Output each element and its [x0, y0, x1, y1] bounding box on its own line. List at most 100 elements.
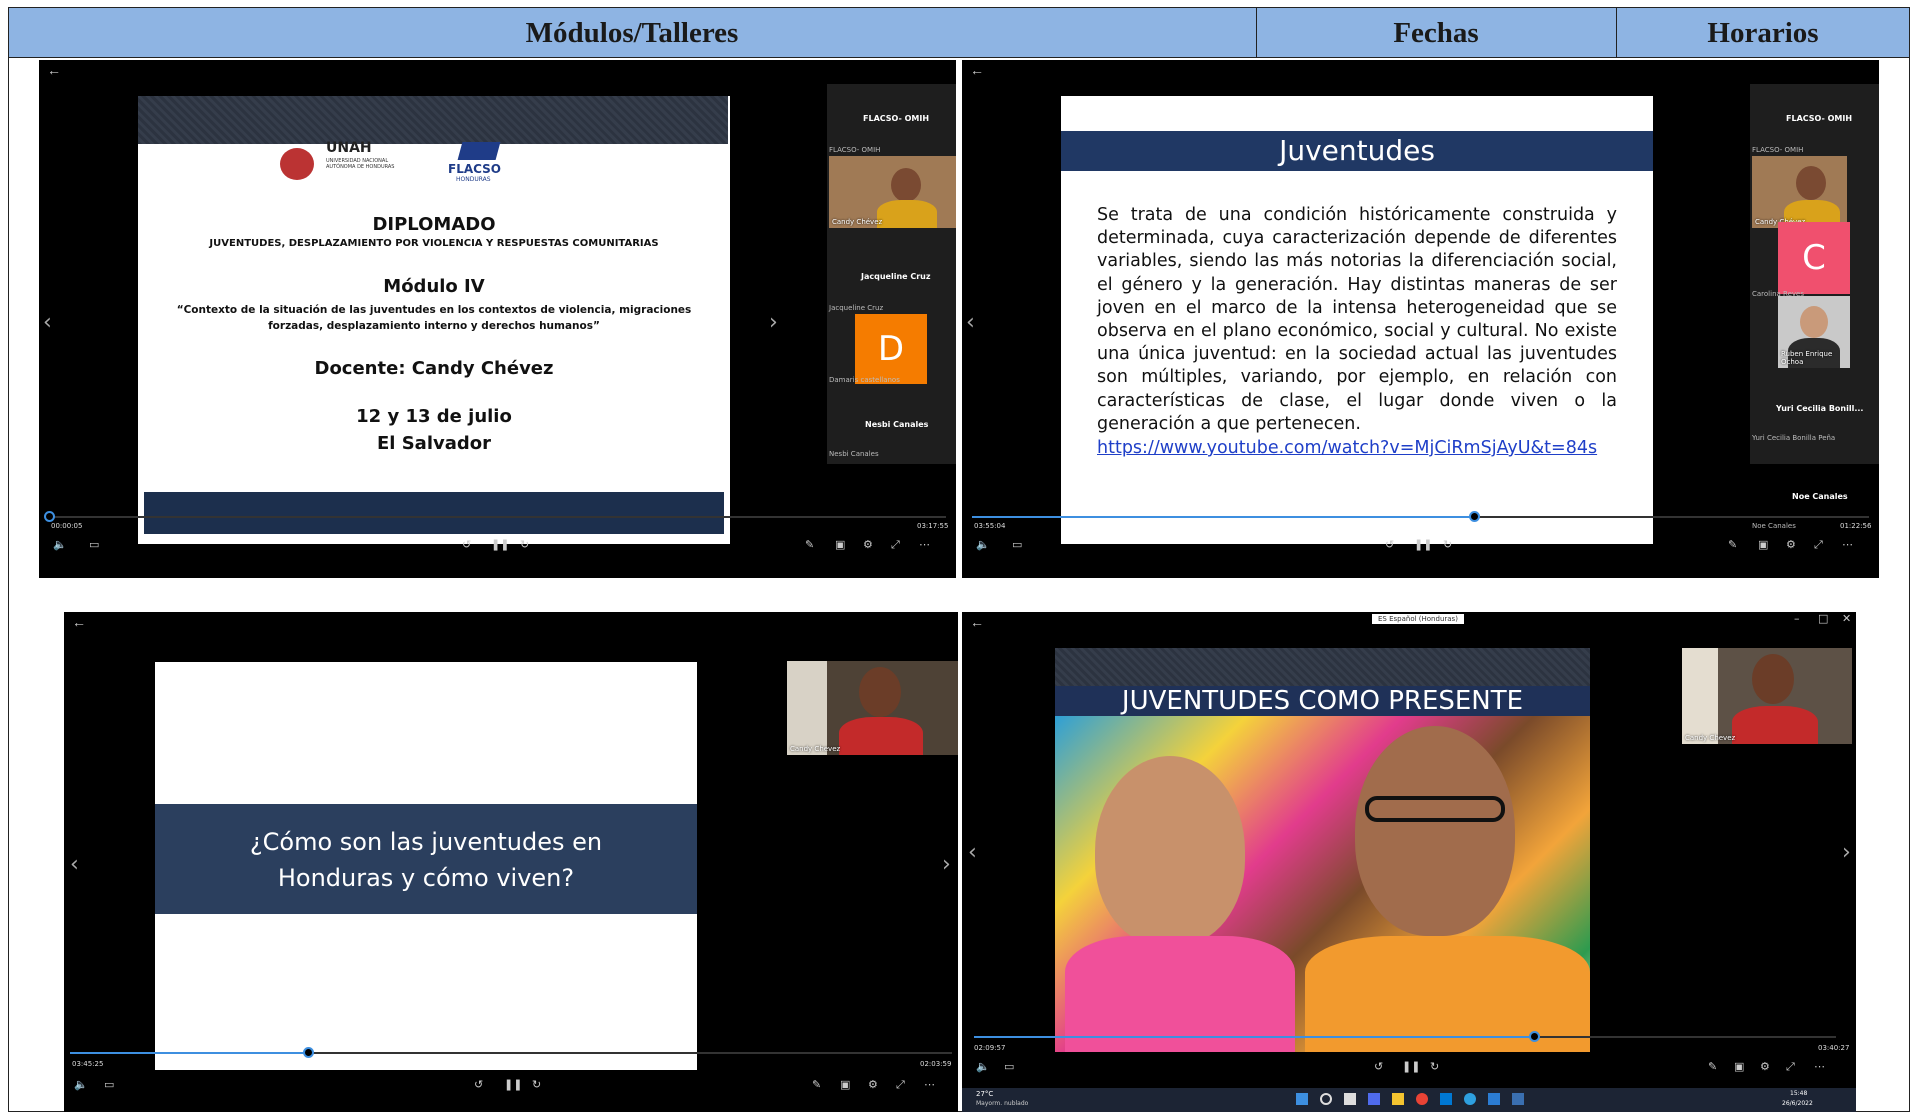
rewind-icon[interactable]: ↺: [1374, 1060, 1383, 1073]
slide-title: Juventudes: [1279, 134, 1435, 167]
miniplayer-icon[interactable]: ▣: [1734, 1060, 1744, 1073]
forward-icon[interactable]: ↻: [1443, 538, 1452, 551]
miniplayer-icon[interactable]: ▣: [835, 538, 845, 551]
participant-name: FLACSO- OMIH: [1786, 114, 1853, 123]
prev-slide-icon[interactable]: ‹: [70, 852, 79, 877]
participant-name: Nesbi Canales: [865, 420, 929, 429]
seek-bar[interactable]: [972, 516, 1869, 518]
expand-icon[interactable]: ⤢: [1814, 538, 1823, 552]
pen-icon[interactable]: ✎: [1708, 1060, 1717, 1073]
slide-question: ¿Cómo son las juventudes en Honduras y c…: [155, 662, 697, 1070]
seek-bar[interactable]: [974, 1036, 1836, 1038]
video-label: Candy Chevez: [1685, 734, 1736, 742]
pause-icon[interactable]: ❚❚: [504, 1078, 522, 1091]
participant-sub: Damaris castellanos: [829, 376, 900, 384]
slide-header-strip: [138, 96, 728, 144]
participant-video-candy: Candy Chévez: [829, 156, 956, 228]
settings-icon[interactable]: ⚙: [1786, 538, 1796, 551]
time-total: 03:17:55: [917, 522, 949, 530]
captions-icon[interactable]: ▭: [89, 538, 99, 551]
video-player-1[interactable]: ← ‹ › UNAH UNIVERSIDAD NACIONAL AUTÓNOMA…: [39, 60, 956, 578]
prev-slide-icon[interactable]: ‹: [966, 310, 975, 335]
time-total: 01:22:56: [1840, 522, 1872, 530]
slide-juventudes: Juventudes Se trata de una condición his…: [1061, 96, 1653, 544]
expand-icon[interactable]: ⤢: [1786, 1060, 1795, 1074]
forward-icon[interactable]: ↻: [1430, 1060, 1439, 1073]
pause-icon[interactable]: ❚❚: [1402, 1060, 1420, 1073]
pen-icon[interactable]: ✎: [1728, 538, 1737, 551]
search-icon[interactable]: [1320, 1093, 1332, 1105]
volume-icon[interactable]: 🔈: [976, 1060, 990, 1073]
close-icon[interactable]: ✕: [1842, 612, 1851, 625]
edge-icon[interactable]: [1464, 1093, 1476, 1105]
more-icon[interactable]: ⋯: [1814, 1060, 1825, 1073]
youtube-link[interactable]: https://www.youtube.com/watch?v=MjCiRmSj…: [1097, 438, 1597, 458]
back-arrow-icon[interactable]: ←: [47, 62, 61, 78]
prev-slide-icon[interactable]: ‹: [968, 840, 977, 865]
seek-bar[interactable]: [49, 516, 946, 518]
youth-collage-image: [1055, 716, 1590, 1052]
seek-fill: [974, 1036, 1535, 1038]
next-slide-icon[interactable]: ›: [942, 852, 951, 877]
captions-icon[interactable]: ▭: [1004, 1060, 1014, 1073]
participant-name: Yuri Cecilia Bonill...: [1776, 404, 1864, 413]
next-slide-icon[interactable]: ›: [1842, 840, 1851, 865]
rewind-icon[interactable]: ↺: [474, 1078, 483, 1091]
presenter-video: Candy Chevez: [1682, 648, 1852, 744]
more-icon[interactable]: ⋯: [924, 1078, 935, 1091]
task-view-icon[interactable]: [1344, 1093, 1356, 1105]
next-slide-icon[interactable]: ›: [769, 310, 778, 335]
pen-icon[interactable]: ✎: [812, 1078, 821, 1091]
chrome-icon[interactable]: [1416, 1093, 1428, 1105]
participants-panel: FLACSO- OMIH FLACSO- OMIH Candy Chévez C…: [1750, 84, 1879, 464]
prev-slide-icon[interactable]: ‹: [43, 310, 52, 335]
more-icon[interactable]: ⋯: [919, 538, 930, 551]
participant-sub: Yuri Cecilia Bonilla Peña: [1752, 434, 1836, 442]
settings-icon[interactable]: ⚙: [863, 538, 873, 551]
slide-body: Se trata de una condición históricamente…: [1097, 205, 1617, 434]
video-label: Candy Chevez: [790, 745, 841, 753]
slide-title: DIPLOMADO: [372, 214, 496, 235]
volume-icon[interactable]: 🔈: [74, 1078, 88, 1091]
settings-icon[interactable]: ⚙: [868, 1078, 878, 1091]
volume-icon[interactable]: 🔈: [53, 538, 67, 551]
expand-icon[interactable]: ⤢: [896, 1078, 905, 1092]
captions-icon[interactable]: ▭: [1012, 538, 1022, 551]
forward-icon[interactable]: ↻: [532, 1078, 541, 1091]
restore-icon[interactable]: □: [1818, 612, 1828, 625]
settings-icon[interactable]: ⚙: [1760, 1060, 1770, 1073]
back-arrow-icon[interactable]: ←: [970, 614, 984, 630]
weather-temp: 27°C: [976, 1090, 994, 1098]
miniplayer-icon[interactable]: ▣: [840, 1078, 850, 1091]
back-arrow-icon[interactable]: ←: [72, 614, 86, 630]
media-player-icon[interactable]: [1512, 1093, 1524, 1105]
pause-icon[interactable]: ❚❚: [1414, 538, 1432, 551]
time-current: 00:00:05: [51, 522, 83, 530]
pause-icon[interactable]: ❚❚: [491, 538, 509, 551]
volume-icon[interactable]: 🔈: [976, 538, 990, 551]
rewind-icon[interactable]: ↺: [1385, 538, 1394, 551]
more-icon[interactable]: ⋯: [1842, 538, 1853, 551]
pen-icon[interactable]: ✎: [805, 538, 814, 551]
video-player-2[interactable]: ← ‹ › Juventudes Se trata de una condici…: [962, 60, 1879, 578]
word-icon[interactable]: [1488, 1093, 1500, 1105]
back-arrow-icon[interactable]: ←: [970, 62, 984, 78]
rewind-icon[interactable]: ↺: [462, 538, 471, 551]
miniplayer-icon[interactable]: ▣: [1758, 538, 1768, 551]
forward-icon[interactable]: ↻: [520, 538, 529, 551]
slide-date: 12 y 13 de julio: [356, 406, 512, 427]
seek-handle[interactable]: [44, 511, 55, 522]
windows-taskbar: 27°C Mayorm. nublado 15:48 26/6/2022: [962, 1088, 1856, 1112]
store-icon[interactable]: [1440, 1093, 1452, 1105]
video-player-3[interactable]: ← ‹ › ¿Cómo son las juventudes en Hondur…: [64, 612, 958, 1112]
expand-icon[interactable]: ⤢: [891, 538, 900, 552]
slide-quote: “Contexto de la situación de las juventu…: [176, 304, 692, 332]
seek-bar[interactable]: [70, 1052, 952, 1054]
teams-icon[interactable]: [1368, 1093, 1380, 1105]
minimize-icon[interactable]: –: [1794, 612, 1800, 625]
folder-icon[interactable]: [1392, 1093, 1404, 1105]
captions-icon[interactable]: ▭: [104, 1078, 114, 1091]
start-icon[interactable]: [1296, 1093, 1308, 1105]
slide-header-strip: [1055, 648, 1590, 688]
video-player-4[interactable]: ← ES Español (Honduras) – □ ✕ ‹ › JUVENT…: [962, 612, 1856, 1112]
